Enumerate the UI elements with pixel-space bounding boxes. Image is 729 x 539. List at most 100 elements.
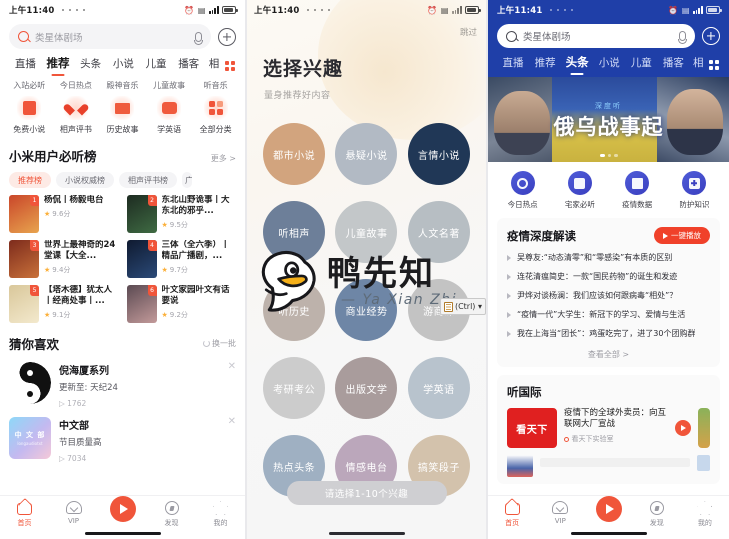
table-row[interactable]: 2 东北山野诡事丨大东北的邪乎... ★ 9.5分: [126, 195, 237, 233]
search-row: 类星体剧场: [488, 20, 729, 54]
table-row[interactable]: 3 世界上最神奇的24堂课【大全... ★ 9.4分: [9, 240, 119, 278]
interest-english[interactable]: 学英语: [407, 357, 470, 419]
list-item[interactable]: 看天下 疫情下的全球外卖员：向互联网大厂宣战 看天下实验室: [507, 408, 710, 448]
all-categories-icon[interactable]: [225, 60, 236, 71]
confirm-button[interactable]: 请选择1-10个兴趣: [286, 481, 447, 505]
table-row[interactable]: 6 叶文家园叶文有话要说 ★ 9.2分: [126, 285, 237, 323]
list-item[interactable]: 倪海厦系列 更新至: 天纪24 ▷ 1762 ✕: [9, 362, 236, 408]
interest-romance-novel[interactable]: 言情小说: [407, 123, 470, 185]
nav-play[interactable]: [584, 496, 632, 522]
quick-item-stayhome[interactable]: 宅家必听: [551, 171, 608, 210]
quick-item-free-novel[interactable]: 免费小说: [6, 96, 53, 135]
close-icon[interactable]: ✕: [228, 417, 236, 427]
search-input[interactable]: 类星体剧场: [497, 24, 695, 48]
microphone-icon[interactable]: [678, 31, 687, 44]
status-bar: 上午11:41 ⏰ ▤: [488, 0, 729, 20]
rank-more-link[interactable]: 更多 >: [211, 153, 236, 164]
all-categories-icon[interactable]: [709, 59, 720, 70]
microphone-icon[interactable]: [194, 31, 203, 45]
tab-toutiao[interactable]: 头条: [561, 54, 593, 75]
interest-suspense-novel[interactable]: 悬疑小说: [335, 123, 398, 185]
view-all-link[interactable]: 查看全部 >: [507, 349, 710, 360]
list-item[interactable]: 我在上海当“团长”：鸡蛋吃完了，进了30个团购群: [507, 328, 710, 339]
status-time: 上午11:41: [497, 6, 543, 16]
book-icon: [17, 96, 42, 120]
interest-kids-story[interactable]: 儿童故事: [335, 201, 398, 263]
tab-boke[interactable]: 播客: [657, 55, 689, 75]
tab-xiaoshuo[interactable]: 小说: [107, 56, 140, 76]
nav-home[interactable]: 首页: [488, 501, 536, 528]
tab-toutiao[interactable]: 头条: [74, 56, 107, 76]
rank-badge: 5: [30, 285, 39, 296]
list-item[interactable]: “疫情一代”大学生：新冠下的学习、爱情与生活: [507, 309, 710, 320]
guess-section-header: 猜你喜欢 换一批: [9, 334, 236, 353]
add-button[interactable]: [218, 27, 236, 46]
clipboard-paste-tooltip[interactable]: (Ctrl) ▾: [439, 298, 486, 315]
quick-top-label[interactable]: 听音乐: [192, 80, 239, 91]
quick-top-label[interactable]: 今日热点: [53, 80, 100, 91]
interest-exam[interactable]: 考研考公: [263, 357, 326, 419]
battery-icon: [222, 6, 238, 14]
table-row[interactable]: 4 三体（全六季）丨精品广播剧，... ★ 9.7分: [126, 240, 237, 278]
table-row[interactable]: 5 【塔木德】犹太人丨经商处事丨... ★ 9.1分: [9, 285, 119, 323]
quick-item-label: 宅家必听: [564, 200, 595, 209]
nav-profile[interactable]: 我的: [196, 501, 245, 528]
add-button[interactable]: [702, 27, 720, 45]
nav-profile[interactable]: 我的: [681, 501, 729, 528]
close-icon[interactable]: ✕: [228, 362, 236, 372]
item-title: 世界上最神奇的24堂课【大全...: [44, 240, 116, 261]
search-placeholder: 类星体剧场: [35, 32, 83, 44]
tab-ertong[interactable]: 儿童: [625, 55, 657, 75]
tab-xiangsheng[interactable]: 相: [689, 55, 707, 75]
tab-ertong[interactable]: 儿童: [140, 56, 173, 76]
rank-badge: 4: [147, 240, 157, 251]
nav-label: 首页: [17, 519, 32, 527]
tab-tuijian[interactable]: 推荐: [529, 55, 561, 75]
quick-item-protection[interactable]: 防护知识: [666, 171, 723, 210]
quick-item-crosstalk[interactable]: 相声评书: [53, 96, 100, 135]
tab-zhibo[interactable]: 直播: [497, 55, 529, 75]
interest-literature[interactable]: 出版文学: [335, 357, 398, 419]
tab-xiaoshuo[interactable]: 小说: [593, 55, 625, 75]
carousel-dots[interactable]: [599, 153, 618, 157]
phone-panel-home: 上午11:40 ⏰ ▤ 类星体剧场 直播 推荐 头条 小说 儿童 播客 相 入站…: [0, 0, 245, 539]
interest-history[interactable]: 听历史: [263, 279, 326, 341]
quick-top-label[interactable]: 入站必听: [6, 80, 53, 91]
nav-discover[interactable]: 发现: [633, 501, 681, 528]
list-item[interactable]: 吴尊友:“动态清零”和“零感染”有本质的区别: [507, 252, 710, 263]
play-all-button[interactable]: 一键播放: [654, 227, 710, 244]
interest-crosstalk[interactable]: 听相声: [263, 201, 326, 263]
list-item[interactable]: 中 文 部 longaudiotxt 中文部 节目质量高 ▷ 7034 ✕: [9, 417, 236, 463]
chip-crosstalk[interactable]: 相声评书榜: [119, 172, 177, 188]
chip-novel[interactable]: 小说权威榜: [56, 172, 114, 188]
refresh-label: 换一批: [212, 339, 236, 348]
hero-banner[interactable]: 深度听 俄乌战事起: [488, 77, 729, 162]
chip-recommend[interactable]: 推荐榜: [9, 172, 51, 188]
interest-urban-novel[interactable]: 都市小说: [263, 123, 326, 185]
refresh-button[interactable]: 换一批: [202, 338, 236, 349]
tab-tuijian[interactable]: 推荐: [42, 55, 75, 76]
chip-more[interactable]: 广: [182, 172, 192, 188]
tab-xiangsheng[interactable]: 相: [205, 56, 223, 76]
tab-zhibo[interactable]: 直播: [9, 56, 42, 76]
table-row[interactable]: 1 杨侃丨杨毅电台 ★ 9.6分: [9, 195, 119, 233]
quick-item-all-categories[interactable]: 全部分类: [192, 96, 239, 135]
interest-business[interactable]: 商业经势: [335, 279, 398, 341]
quick-item-epidemic-data[interactable]: 疫情数据: [609, 171, 666, 210]
play-button[interactable]: [675, 420, 691, 436]
quick-item-hotspot[interactable]: 今日热点: [494, 171, 551, 210]
list-item[interactable]: 尹烨对谈杨澜：我们应该如何跟病毒“相处”？: [507, 290, 710, 301]
nav-vip[interactable]: VIP: [536, 501, 584, 525]
list-item[interactable]: 连花清瘟简史：一款“国民药物”的诞生和发迹: [507, 271, 710, 282]
nav-discover[interactable]: 发现: [147, 501, 196, 528]
quick-item-history[interactable]: 历史故事: [99, 96, 146, 135]
quick-top-label[interactable]: 儿童故事: [146, 80, 193, 91]
tab-boke[interactable]: 播客: [172, 56, 205, 76]
search-input[interactable]: 类星体剧场: [9, 24, 211, 49]
interest-humanities[interactable]: 人文名著: [407, 201, 470, 263]
quick-item-english[interactable]: 学英语: [146, 96, 193, 135]
nav-home[interactable]: 首页: [0, 501, 49, 528]
nav-vip[interactable]: VIP: [49, 501, 98, 525]
nav-play[interactable]: [98, 496, 147, 522]
quick-top-label[interactable]: 殿神音乐: [99, 80, 146, 91]
